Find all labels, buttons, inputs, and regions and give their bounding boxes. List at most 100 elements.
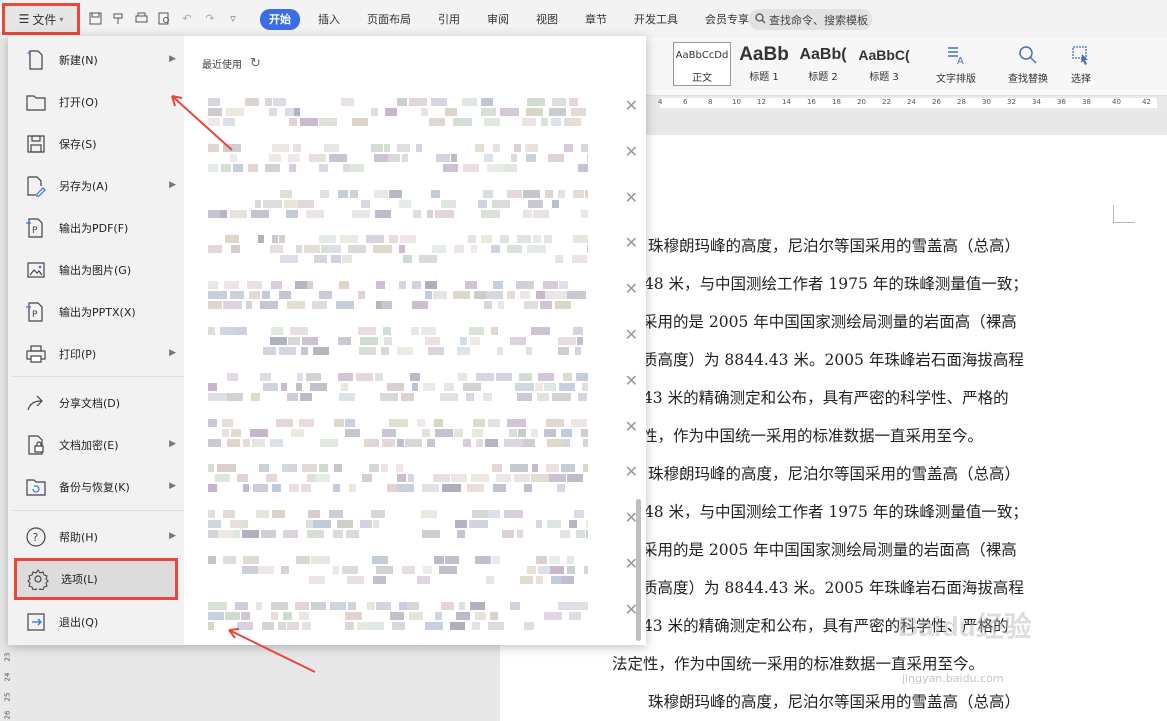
recent-file-item[interactable]: ✕ [204,415,644,453]
close-icon[interactable]: ✕ [625,279,638,298]
menu-item-export-pptx[interactable]: P 输出为PPTX(X) [12,294,184,330]
ruler-tick: 24 [3,672,12,682]
close-icon[interactable]: ✕ [625,188,638,207]
submenu-arrow-icon: ▶ [169,531,176,541]
save-icon[interactable] [88,11,102,25]
menu-item-export-pdf[interactable]: P 输出为PDF(F) [12,210,184,246]
ruler-tick: 28 [957,98,966,106]
style-normal[interactable]: AaBbCcDd 正文 [673,42,731,86]
submenu-arrow-icon: ▶ [169,481,176,491]
recent-file-item[interactable]: ✕ [204,460,644,498]
menu-item-export-image[interactable]: 输出为图片(G) [12,252,184,288]
menu-item-new[interactable]: * 新建(N) ▶ [12,42,184,78]
watermark-logo: Baidu经验 [898,611,1032,642]
menu-item-label: 文档加密(E) [59,439,119,452]
print-icon[interactable] [134,11,148,25]
recent-file-name-blurred [208,188,597,220]
recent-file-item[interactable]: ✕ [204,552,644,590]
submenu-arrow-icon: ▶ [169,54,176,64]
recent-file-item[interactable]: ✕ [204,277,644,315]
close-icon[interactable]: ✕ [625,462,638,481]
ruler-tick: 38 [1082,98,1091,106]
save-icon [22,132,50,156]
recent-file-item[interactable]: ✕ [204,231,644,269]
refresh-icon[interactable]: ↻ [250,56,261,71]
svg-text:A: A [957,56,964,66]
menu-item-open[interactable]: 打开(O) [12,84,184,120]
redo-icon[interactable]: ↷ [203,11,217,25]
menu-item-share[interactable]: 分享文档(D) [12,385,184,421]
recent-file-name-blurred [208,96,588,128]
tab-insert[interactable]: 插入 [309,9,349,30]
text-layout-button[interactable]: A 文字排版 [936,42,976,85]
recent-file-item[interactable]: ✕ [204,186,644,224]
close-icon[interactable]: ✕ [625,96,638,115]
tab-developer[interactable]: 开发工具 [625,9,687,30]
new-file-icon: * [22,48,50,72]
menu-item-encrypt[interactable]: 文档加密(E) ▶ [12,427,184,463]
recent-file-item[interactable]: ✕ [204,598,644,636]
style-label: 标题 1 [749,72,779,83]
menu-item-label: 输出为PPTX(X) [59,306,136,319]
menu-divider [12,510,184,511]
format-painter-icon[interactable] [111,11,125,25]
ruler-tick: 14 [782,98,791,106]
menu-icon: ☰ [18,12,30,26]
menu-item-backup[interactable]: 备份与恢复(K) ▶ [12,469,184,505]
menu-item-options[interactable]: 选项(L) [14,558,178,600]
horizontal-ruler: 4 6 8 10 12 14 16 18 20 22 24 26 28 30 3… [646,96,1167,110]
text-layout-label: 文字排版 [936,74,976,85]
recent-file-item[interactable]: ✕ [204,94,644,132]
document-line: 848 米，与中国测绘工作者 1975 年的珠峰测量值一致； [634,503,1028,521]
menu-item-label: 帮助(H) [59,531,98,544]
recent-file-item[interactable]: ✕ [204,506,644,544]
ruler-tick: 18 [832,98,841,106]
tab-page-layout[interactable]: 页面布局 [358,9,420,30]
tab-review[interactable]: 审阅 [478,9,518,30]
style-heading-1[interactable]: AaBb 标题 1 [736,42,792,86]
tab-view[interactable]: 视图 [527,9,567,30]
command-search[interactable]: 查找命令、搜索模板 [749,9,872,30]
style-heading-2[interactable]: AaBb( 标题 2 [794,42,852,86]
tab-references[interactable]: 引用 [429,9,469,30]
menu-item-label: 打开(O) [59,96,99,109]
recent-file-name-blurred [208,371,598,403]
style-heading-3[interactable]: AaBbC( 标题 3 [854,42,914,86]
select-cursor-icon [1070,42,1092,68]
ruler-tick: 36 [1057,98,1066,106]
recent-file-item[interactable]: ✕ [204,369,644,407]
recent-file-item[interactable]: ✕ [204,140,644,178]
close-icon[interactable]: ✕ [625,371,638,390]
menu-item-save[interactable]: 保存(S) [12,126,184,162]
style-label: 正文 [692,73,712,84]
close-icon[interactable]: ✕ [625,233,638,252]
close-icon[interactable]: ✕ [625,417,638,436]
ruler-tick: 6 [683,98,688,106]
close-icon[interactable]: ✕ [625,325,638,344]
menu-item-print[interactable]: 打印(P) ▶ [12,336,184,372]
tab-section[interactable]: 章节 [576,9,616,30]
menu-item-exit[interactable]: 退出(Q) [12,604,184,640]
customize-toolbar-icon[interactable]: ▿ [226,11,240,25]
ruler-tick: 26 [932,98,941,106]
ruler-tick: 4 [658,98,663,106]
document-body[interactable]: 珠穆朗玛峰的高度，尼泊尔等国采用的雪盖高（总高） 848 米，与中国测绘工作者 … [612,227,1132,721]
recent-files-scrollbar[interactable] [636,499,641,641]
ruler-tick: 32 [1007,98,1016,106]
menu-item-label: 备份与恢复(K) [59,481,130,494]
tab-home[interactable]: 开始 [260,9,300,30]
document-line: 848 米，与中国测绘工作者 1975 年的珠峰测量值一致； [634,275,1028,293]
select-button[interactable]: 选择 [1070,42,1092,85]
menu-item-save-as[interactable]: 另存为(A) ▶ [12,168,184,204]
style-sample: AaBbC( [858,47,910,63]
menu-item-help[interactable]: ? 帮助(H) ▶ [12,519,184,555]
find-replace-button[interactable]: 查找替换 [1008,42,1048,85]
recent-file-item[interactable]: ✕ [204,323,644,361]
undo-icon[interactable]: ↶ [180,11,194,25]
file-menu-button[interactable]: ☰ 文件 ▾ [2,3,80,35]
text-layout-icon: A [945,42,967,68]
submenu-arrow-icon: ▶ [169,348,176,358]
menu-item-label: 保存(S) [59,138,97,151]
print-preview-icon[interactable] [157,11,171,25]
close-icon[interactable]: ✕ [625,142,638,161]
